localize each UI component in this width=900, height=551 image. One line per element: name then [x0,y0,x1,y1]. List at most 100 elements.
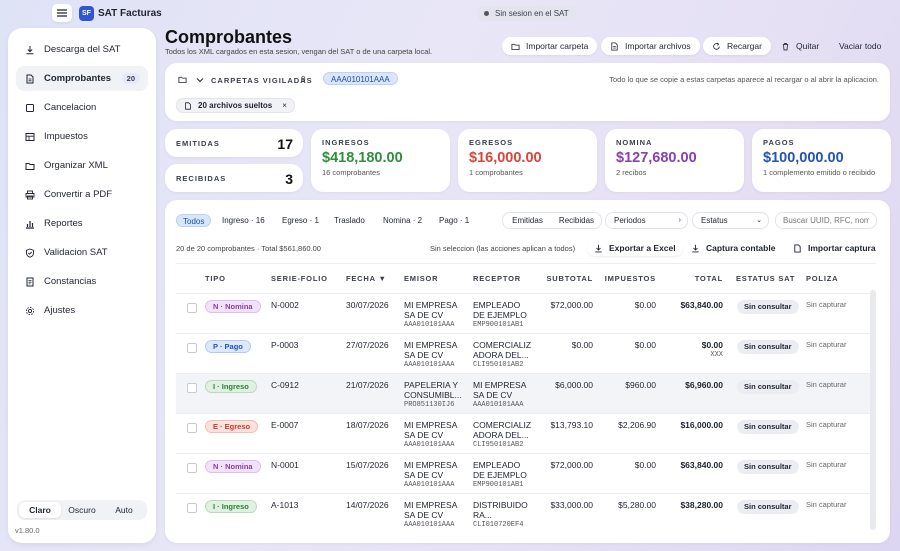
sidebar: Claro Oscuro Auto v1.80.0 Descarga del SAT… [8,28,156,543]
kpi-card-ingresos[interactable]: INGRESOS $418,180.00 16 comprobantes [311,129,450,192]
tipo-badge: I · Ingreso [205,500,257,513]
sidebar-item-cancelacion[interactable]: Cancelacion [16,95,148,120]
sidebar-item-convertir-a-pdf[interactable]: Convertir a PDF [16,182,148,207]
table-row[interactable]: P · Pago P-0003 27/07/2026 MI EMPRESA SA DE … [176,333,871,373]
folio: N-0001 [271,460,299,470]
row-checkbox[interactable] [187,303,197,313]
sidebar-item-constancias[interactable]: Constancias [16,269,148,294]
table-row[interactable]: N · Nomina N-0001 15/07/2026 MI EMPRESA SA D… [176,453,871,493]
import-folder-button[interactable]: Importar carpeta [502,37,598,55]
row-checkbox[interactable] [187,343,197,353]
receptor-line: RA... [473,510,492,520]
sidebar-item-descarga-del-sat[interactable]: Descarga del SAT [16,37,148,62]
impuestos: $0.00 [634,300,656,310]
file-icon [611,41,618,51]
periods-select[interactable]: Periodos › [605,212,688,229]
sidebar-item-organizar-xml[interactable]: Organizar XML [16,153,148,178]
column-header-tipo: TIPO [205,274,226,283]
filter-tab-pago[interactable]: Pago · 1 [433,214,475,227]
total-currency: XXX [710,351,723,359]
table-row[interactable]: N · Nomina N-0002 30/07/2026 MI EMPRESA SA D… [176,293,871,333]
filter-tab-ingreso[interactable]: Ingreso · 16 [216,214,271,227]
row-checkbox[interactable] [187,503,197,513]
row-checkbox[interactable] [187,423,197,433]
kpi-value: $100,000.00 [763,150,844,166]
emisor-line: SA DE CV [404,350,444,360]
sidebar-item-label: Validacion SAT [44,247,108,258]
remove-button[interactable]: Quitar [772,37,828,55]
kpi-card-pagos[interactable]: PAGOS $100,000.00 1 complemento emitido o … [752,129,891,192]
reload-button[interactable]: Recargar [703,37,771,55]
folder-icon [25,162,35,170]
column-header-estatus: ESTATUS SAT [736,274,796,283]
impuestos: $0.00 [634,460,656,470]
receptor: EMPLEADO DE EJEMPLO EMP900101AB1 [473,460,527,490]
sidebar-item-validacion-sat[interactable]: Validacion SAT [16,240,148,265]
emisor-rfc: AAA010101AAA [404,521,455,529]
periods-select-label: Periodos [614,216,646,225]
sidebar-item-label: Comprobantes [44,73,112,84]
column-header-fecha[interactable]: FECHA ▼ [346,274,387,283]
estatus-sat-badge[interactable]: Sin consultar [737,420,799,434]
kpi-card-nomina[interactable]: NOMINA $127,680.00 2 recibos [605,129,744,192]
table-row[interactable]: I · Ingreso A-1013 14/07/2026 MI EMPRESA SA … [176,493,871,533]
app-name: SAT Facturas [98,8,162,19]
sidebar-item-label: Cancelacion [44,102,97,113]
clear-all-button[interactable]: Vaciar todo [830,37,890,55]
chevron-down-icon[interactable] [196,76,204,84]
export-excel-label: Exportar a Excel [609,243,676,253]
filter-tab-traslado[interactable]: Traslado [328,214,371,227]
total: $0.00 XXX [702,340,723,360]
close-icon[interactable]: × [282,101,287,110]
folio: P-0003 [271,340,299,350]
import-capture-button[interactable]: Importar captura [786,240,883,256]
kpi-label: PAGOS [763,138,795,147]
theme-option-claro[interactable]: Claro [19,502,61,518]
bar-chart-icon [26,220,34,229]
status-select[interactable]: Estatus ⌄ [692,212,769,229]
table-row[interactable]: I · Ingreso C-0912 21/07/2026 PAPELERIA Y CO… [176,373,871,413]
impuestos: $2,206.90 [618,420,656,430]
tipo-badge: N · Nomina [205,300,261,313]
sidebar-item-comprobantes[interactable]: Comprobantes 20 [16,66,148,91]
folders-hint: Todo lo que se copie a estas carpetas ap… [609,75,879,84]
top-bar: SF SAT Facturas Sin sesion en el SAT [0,0,900,28]
filter-tab-egreso[interactable]: Egreso · 1 [276,214,325,227]
table-scrollbar[interactable] [870,290,876,530]
sidebar-item-ajustes[interactable]: Ajustes [16,298,148,323]
loose-files-chip[interactable]: 20 archivos sueltos × [176,98,295,113]
column-header-emisor: EMISOR [404,274,439,283]
rfc-badge[interactable]: AAA010101AAA [323,72,398,85]
filter-tab-nomina[interactable]: Nomina · 2 [377,214,428,227]
row-checkbox[interactable] [187,383,197,393]
kpi-card-egresos[interactable]: EGRESOS $16,000.00 1 comprobantes [458,129,597,192]
filter-recibidas[interactable]: Recibidas [552,213,601,228]
emisor-line: MI EMPRESA [404,420,458,430]
theme-option-auto[interactable]: Auto [103,502,145,518]
file-icon [26,74,34,83]
filter-emitidas[interactable]: Emitidas [503,213,552,228]
receptor: DISTRIBUIDO RA... CLI010720EF4 [473,500,528,530]
estatus-sat-badge[interactable]: Sin consultar [737,340,799,354]
export-excel-button[interactable]: Exportar a Excel [587,240,683,256]
theme-option-oscuro[interactable]: Oscuro [61,502,103,518]
total: $16,000.00 [680,420,723,430]
row-checkbox[interactable] [187,463,197,473]
import-files-button[interactable]: Importar archivos [601,37,700,55]
estatus-sat-badge[interactable]: Sin consultar [737,460,799,474]
estatus-sat-badge[interactable]: Sin consultar [737,500,799,514]
estatus-sat-badge[interactable]: Sin consultar [737,380,799,394]
table-row[interactable]: E · Egreso E-0007 18/07/2026 MI EMPRESA SA D… [176,413,871,453]
sidebar-item-reportes[interactable]: Reportes [16,211,148,236]
fecha: 18/07/2026 [346,420,389,430]
accounting-capture-button[interactable]: Captura contable [684,240,782,256]
emitidas-card[interactable]: EMITIDAS 17 [165,129,303,157]
estatus-sat-badge[interactable]: Sin consultar [737,300,799,314]
status-select-label: Estatus [701,216,728,225]
sidebar-item-impuestos[interactable]: Impuestos [16,124,148,149]
menu-button[interactable] [52,4,72,22]
filter-tab-todos[interactable]: Todos [176,214,212,227]
session-status[interactable]: Sin sesion en el SAT [477,6,577,21]
search-input[interactable] [775,212,877,229]
recibidas-card[interactable]: RECIBIDAS 3 [165,164,303,192]
